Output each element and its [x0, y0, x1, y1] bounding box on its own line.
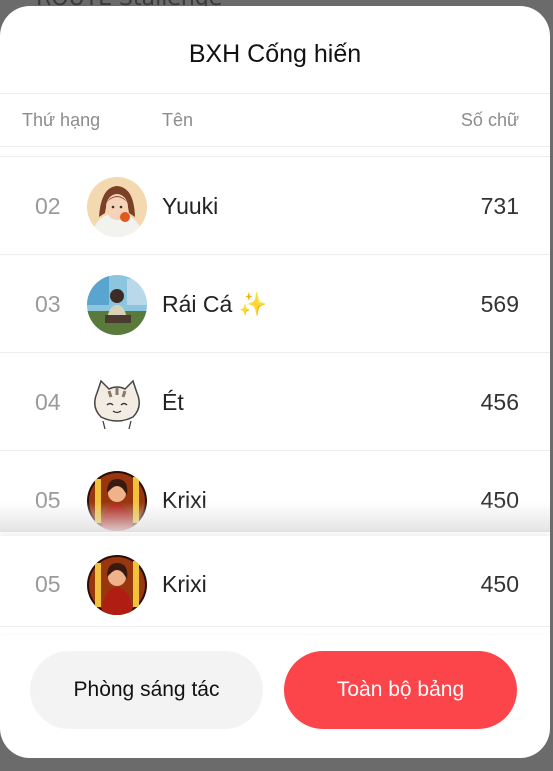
row-count: 731: [480, 193, 519, 219]
footer-divider: [0, 626, 550, 627]
leaderboard-row[interactable]: 02 Yuuki 731: [0, 158, 550, 255]
leaderboard-row[interactable]: 04 Ét 456: [0, 354, 550, 451]
row-separator: [0, 450, 550, 451]
row-count: 450: [480, 487, 519, 513]
full-board-button[interactable]: Toàn bộ bảng: [284, 651, 517, 729]
girl-avatar-icon: [87, 177, 147, 237]
modal-title: BXH Cống hiến: [188, 40, 362, 68]
row-rank: 03: [35, 291, 61, 317]
row-count: 569: [480, 291, 519, 317]
current-user-row[interactable]: 05 Krixi 450: [0, 536, 550, 633]
current-user-rank: 05: [35, 571, 61, 597]
title-divider: [0, 93, 550, 94]
row-separator: [0, 352, 550, 353]
row-count: 456: [480, 389, 519, 415]
row-rank: 02: [35, 193, 61, 219]
row-rank: 05: [35, 487, 61, 513]
person-avatar-icon: [87, 275, 147, 335]
row-separator: [0, 254, 550, 255]
header-count: Số chữ: [460, 110, 519, 130]
row-name: Krixi: [162, 487, 207, 513]
scroll-fade: [0, 502, 550, 532]
studio-button[interactable]: Phòng sáng tác: [30, 651, 263, 729]
leaderboard-row[interactable]: 03 Rái Cá ✨ 569: [0, 256, 550, 353]
row-name: Rái Cá ✨: [162, 291, 268, 317]
row-name: Yuuki: [162, 193, 219, 219]
warrior-avatar-icon: [87, 555, 147, 615]
current-user-count: 450: [480, 571, 519, 597]
leaderboard-row[interactable]: 05 Krixi 450: [0, 452, 550, 549]
header-rank: Thứ hạng: [22, 110, 101, 130]
header-divider: [0, 146, 550, 147]
list-top-divider: [0, 156, 550, 157]
header-name: Tên: [162, 110, 194, 130]
row-rank: 04: [35, 389, 61, 415]
current-user-name: Krixi: [162, 571, 207, 597]
row-name: Ét: [162, 389, 184, 415]
cat-avatar-icon: [87, 373, 147, 433]
leaderboard-modal: BXH Cống hiến Thứ hạng Tên Số chữ 02 Yuu…: [0, 6, 550, 758]
